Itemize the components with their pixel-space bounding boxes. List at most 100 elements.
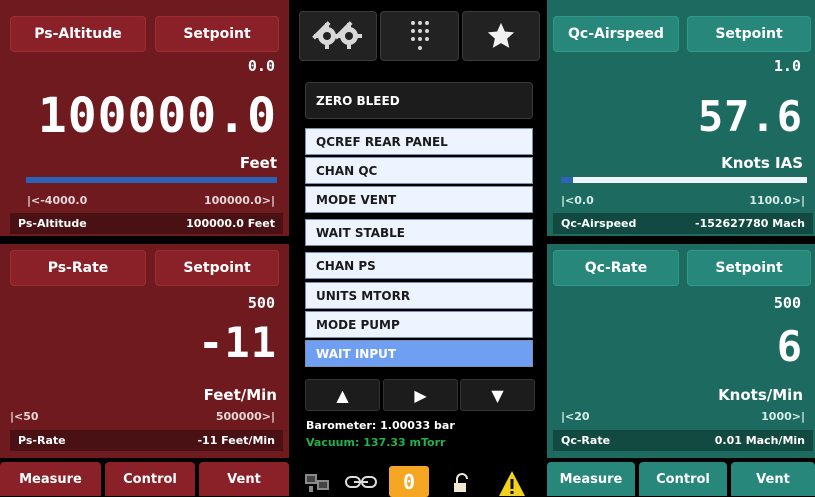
qc-rate-channel-button[interactable]: Qc-Rate: [553, 250, 679, 286]
menu-item-label: CHAN PS: [316, 258, 376, 273]
left-control-button[interactable]: Control: [105, 462, 195, 496]
menu-item-label: WAIT INPUT: [316, 346, 397, 361]
unit-label[interactable]: Knots/Min: [718, 386, 803, 404]
panel-footer: Qc-Airspeed -152627780 Mach: [553, 213, 813, 234]
unit-label[interactable]: Feet/Min: [204, 386, 277, 404]
menu-item[interactable]: UNITS MTORR: [305, 282, 533, 309]
vent-label: Vent: [227, 471, 261, 487]
panel-footer: Ps-Rate -11 Feet/Min: [10, 430, 283, 451]
zero-bleed-button[interactable]: ZERO BLEED: [305, 82, 533, 119]
settings-button[interactable]: [299, 11, 377, 61]
control-label: Control: [656, 471, 710, 487]
measure-label: Measure: [19, 471, 82, 487]
menu-item[interactable]: MODE VENT: [305, 186, 533, 213]
ps-altitude-setpoint-button[interactable]: Setpoint: [155, 16, 279, 52]
reading-value[interactable]: 100000.0: [38, 88, 277, 144]
menu-item-label: QCREF REAR PANEL: [316, 134, 448, 149]
footer-value: 0.01 Mach/Min: [714, 434, 805, 447]
menu-item[interactable]: WAIT STABLE: [305, 219, 533, 246]
footer-value: -11 Feet/Min: [197, 434, 275, 447]
range-high: 1100.0>|: [749, 194, 805, 207]
ps-rate-channel-button[interactable]: Ps-Rate: [10, 250, 146, 286]
left-vent-button[interactable]: Vent: [199, 462, 289, 496]
menu-item[interactable]: QCREF REAR PANEL: [305, 128, 533, 155]
barometer-value: 1.00033 bar: [380, 419, 455, 432]
menu-item-label: WAIT STABLE: [316, 225, 405, 240]
qc-rate-setpoint-button[interactable]: Setpoint: [687, 250, 811, 286]
gears-icon: [312, 21, 362, 49]
range-high: 1000>|: [761, 410, 805, 423]
footer-label: Ps-Altitude: [18, 217, 87, 230]
menu-item-label: MODE VENT: [316, 192, 397, 207]
footer-value: -152627780 Mach: [695, 217, 805, 230]
range-low: |<50: [10, 410, 39, 423]
ps-rate-panel: Ps-Rate Setpoint 500 -11 Feet/Min |<50 5…: [0, 244, 289, 458]
right-vent-button[interactable]: Vent: [731, 462, 815, 496]
qc-rate-panel: Qc-Rate Setpoint 500 6 Knots/Min |<20 10…: [547, 244, 815, 458]
setpoint-label: Setpoint: [183, 260, 251, 276]
link-icon[interactable]: [344, 474, 378, 490]
menu-item[interactable]: MODE PUMP: [305, 311, 533, 338]
keypad-button[interactable]: [380, 11, 459, 61]
channel-label: Qc-Airspeed: [568, 26, 664, 42]
scroll-down-button[interactable]: ▼: [460, 379, 535, 411]
menu-item[interactable]: CHAN QC: [305, 157, 533, 184]
control-label: Control: [123, 471, 177, 487]
qc-airspeed-setpoint-button[interactable]: Setpoint: [687, 16, 811, 52]
setpoint-label: Setpoint: [183, 26, 251, 42]
panel-footer: Ps-Altitude 100000.0 Feet: [10, 213, 283, 234]
warning-icon[interactable]: [498, 470, 526, 497]
menu-item-active[interactable]: WAIT INPUT: [305, 340, 533, 367]
setpoint-value: 0.0: [247, 57, 275, 75]
unit-label[interactable]: Feet: [240, 154, 277, 172]
setpoint-value: 500: [773, 294, 801, 312]
channel-label: Ps-Altitude: [34, 26, 122, 42]
star-icon: [487, 22, 515, 48]
scroll-up-button[interactable]: ▲: [305, 379, 380, 411]
footer-label: Ps-Rate: [18, 434, 66, 447]
footer-label: Qc-Rate: [561, 434, 611, 447]
left-measure-button[interactable]: Measure: [0, 462, 101, 496]
channel-label: Qc-Rate: [584, 260, 648, 276]
vacuum-value: 137.33 mTorr: [363, 436, 446, 449]
network-icon[interactable]: [303, 470, 333, 494]
panel-footer: Qc-Rate 0.01 Mach/Min: [553, 430, 813, 451]
right-arrow-icon: ▶: [414, 385, 427, 405]
footer-label: Qc-Airspeed: [561, 217, 637, 230]
right-measure-button[interactable]: Measure: [547, 462, 635, 496]
range-bar-fill: [26, 177, 277, 183]
status-badge[interactable]: 0: [389, 466, 429, 497]
range-bar-fill: [561, 177, 574, 183]
vacuum-readout: Vacuum: 137.33 mTorr: [306, 436, 445, 449]
select-button[interactable]: ▶: [383, 379, 458, 411]
unit-label[interactable]: Knots IAS: [721, 154, 803, 172]
zero-bleed-label: ZERO BLEED: [316, 93, 400, 108]
setpoint-label: Setpoint: [715, 260, 783, 276]
barometer-label: Barometer:: [306, 419, 377, 432]
measure-label: Measure: [559, 471, 623, 487]
reading-value[interactable]: -11: [198, 318, 277, 367]
reading-value[interactable]: 6: [777, 322, 803, 371]
vent-label: Vent: [756, 471, 790, 487]
ps-altitude-channel-button[interactable]: Ps-Altitude: [10, 16, 146, 52]
right-control-button[interactable]: Control: [639, 462, 727, 496]
range-high: 100000.0>|: [204, 194, 275, 207]
menu-item-label: MODE PUMP: [316, 317, 400, 332]
unlock-icon[interactable]: [451, 472, 473, 494]
menu-item[interactable]: CHAN PS: [305, 252, 533, 279]
footer-value: 100000.0 Feet: [186, 217, 275, 230]
setpoint-value: 500: [247, 294, 275, 312]
favorites-button[interactable]: [462, 11, 540, 61]
setpoint-value: 1.0: [773, 57, 801, 75]
ps-rate-setpoint-button[interactable]: Setpoint: [155, 250, 279, 286]
status-badge-value: 0: [402, 469, 416, 494]
reading-value[interactable]: 57.6: [698, 92, 803, 141]
menu-item-label: CHAN QC: [316, 163, 378, 178]
range-low: |<-4000.0: [27, 194, 88, 207]
range-bar: [26, 177, 277, 183]
down-arrow-icon: ▼: [491, 385, 504, 405]
menu-item-label: UNITS MTORR: [316, 288, 411, 303]
qc-airspeed-panel: Qc-Airspeed Setpoint 1.0 57.6 Knots IAS …: [547, 0, 815, 236]
channel-label: Ps-Rate: [47, 260, 109, 276]
qc-airspeed-channel-button[interactable]: Qc-Airspeed: [553, 16, 679, 52]
